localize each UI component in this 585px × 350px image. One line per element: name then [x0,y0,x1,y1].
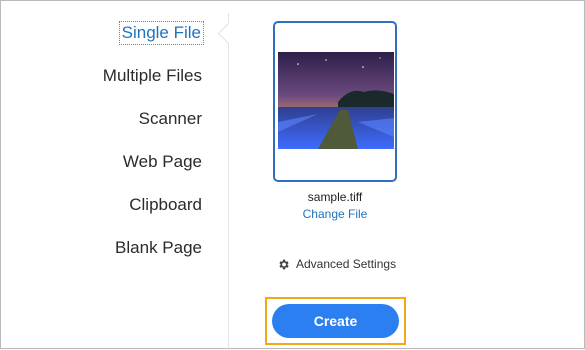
nav-item-single-file[interactable]: Single File [118,21,205,45]
nav-item-clipboard[interactable]: Clipboard [129,195,202,215]
advanced-settings-label: Advanced Settings [296,257,397,271]
nav-item-scanner[interactable]: Scanner [139,109,202,129]
file-name: sample.tiff [307,190,363,204]
panel-divider [228,13,229,350]
nav-item-multiple-files[interactable]: Multiple Files [103,66,202,86]
nav-item-web-page[interactable]: Web Page [123,152,202,172]
source-nav: Single File Multiple Files Scanner Web P… [1,1,229,350]
nav-item-blank-page[interactable]: Blank Page [115,238,202,258]
thumbnail-image [278,52,394,149]
dialog-frame: Single File Multiple Files Scanner Web P… [0,0,585,350]
file-thumbnail[interactable] [273,21,397,182]
gear-icon [279,259,289,269]
advanced-settings-link[interactable]: Advanced Settings [277,257,396,271]
change-file-link[interactable]: Change File [273,207,397,221]
create-button[interactable]: Create [272,304,399,338]
